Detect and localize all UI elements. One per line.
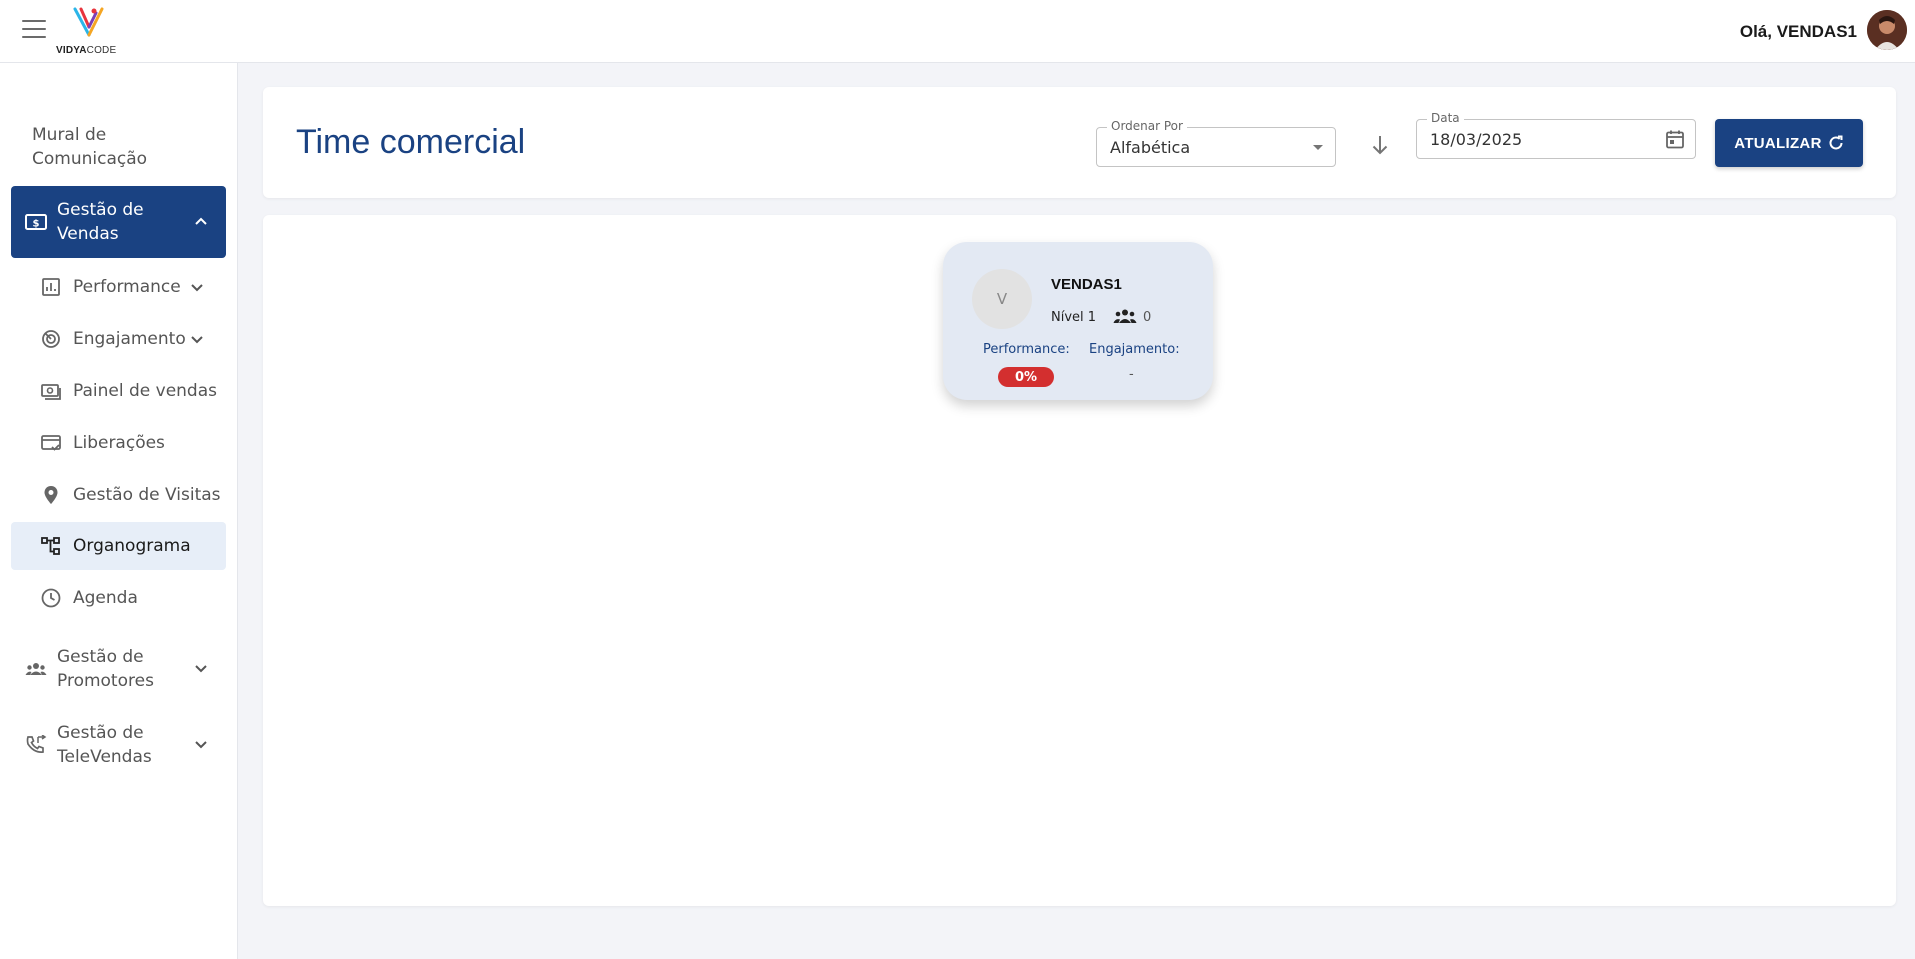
sidebar-item-label: Engajamento (73, 329, 186, 349)
sidebar-group-label: Gestão de Promotores (57, 647, 154, 691)
sort-select[interactable]: Ordenar Por Alfabética (1096, 119, 1336, 167)
group-icon (25, 663, 47, 675)
date-input-value: 18/03/2025 (1430, 130, 1523, 149)
user-greeting: Olá, VENDAS1 (1739, 22, 1857, 41)
sidebar-item-label: Agenda (73, 588, 138, 608)
sidebar-group-gestao-promotores[interactable]: Gestão de Promotores (11, 633, 226, 705)
menu-icon[interactable] (22, 20, 46, 40)
caret-down-icon (1313, 145, 1323, 150)
org-node-avatar: V (972, 269, 1032, 329)
sort-select-label: Ordenar Por (1107, 119, 1187, 133)
arrow-down-icon[interactable] (1365, 130, 1395, 160)
sidebar-item-mural[interactable]: Mural de Comunicação (32, 123, 222, 171)
sidebar-item-label: Gestão de Visitas (73, 485, 221, 505)
org-node-name: VENDAS1 (1051, 276, 1122, 293)
sidebar-group-label: Gestão de Vendas (57, 200, 144, 244)
clock-icon (41, 588, 61, 608)
org-node-performance-badge: 0% (998, 367, 1054, 387)
org-node-card[interactable]: V VENDAS1 Nível 1 0 Performance: Engajam… (943, 242, 1213, 400)
org-chart-icon (41, 537, 60, 555)
sidebar-item-liberacoes[interactable]: Liberações (11, 419, 226, 467)
date-input[interactable]: Data 18/03/2025 (1416, 111, 1696, 159)
sidebar-item-painel-vendas[interactable]: Painel de vendas (11, 367, 226, 415)
chevron-down-icon (195, 665, 207, 673)
team-icon (1113, 309, 1137, 323)
refresh-button-label: ATUALIZAR (1734, 134, 1822, 152)
sidebar-item-gestao-visitas[interactable]: Gestão de Visitas (11, 471, 226, 519)
sidebar-group-gestao-televendas[interactable]: Gestão de TeleVendas (11, 709, 226, 781)
refresh-button[interactable]: ATUALIZAR (1715, 119, 1863, 167)
vidyacode-logo[interactable]: VIDYACODE (56, 5, 126, 57)
org-node-performance-label: Performance: (983, 342, 1070, 357)
sidebar-group-gestao-vendas[interactable]: $ Gestão de Vendas (11, 186, 226, 258)
org-chart-panel: V VENDAS1 Nível 1 0 Performance: Engajam… (263, 215, 1896, 906)
header-card: Time comercial Ordenar Por Alfabética Da… (263, 87, 1896, 198)
location-pin-icon (44, 486, 58, 504)
chevron-down-icon (195, 741, 207, 749)
date-input-label: Data (1427, 111, 1464, 125)
org-node-engagement-value: - (1129, 367, 1134, 382)
chevron-down-icon (191, 336, 203, 344)
sidebar-item-label: Organograma (73, 536, 191, 556)
org-node-team-count: 0 (1143, 310, 1152, 325)
chevron-up-icon (195, 217, 207, 225)
refresh-icon (1829, 135, 1843, 150)
card-check-icon (41, 435, 61, 451)
sidebar-item-engajamento[interactable]: Engajamento (11, 315, 226, 363)
money-icon: $ (25, 214, 47, 230)
sidebar-item-organograma[interactable]: Organograma (11, 522, 226, 570)
radar-icon (42, 330, 60, 348)
svg-text:$: $ (33, 219, 40, 230)
sidebar-item-agenda[interactable]: Agenda (11, 574, 226, 622)
org-node-level: Nível 1 (1051, 310, 1097, 325)
sidebar-item-label: Performance (73, 277, 181, 297)
logo-text: VIDYACODE (56, 45, 117, 56)
sidebar-item-label: Liberações (73, 433, 165, 453)
phone-forward-icon (26, 735, 47, 753)
user-avatar[interactable] (1867, 10, 1907, 50)
page-title: Time comercial (296, 123, 526, 161)
chevron-down-icon (191, 284, 203, 292)
sidebar-item-performance[interactable]: Performance (11, 263, 226, 311)
cash-icon (41, 384, 61, 400)
org-node-engagement-label: Engajamento: (1089, 342, 1180, 357)
sort-select-value: Alfabética (1110, 138, 1191, 157)
sidebar-item-label: Painel de vendas (73, 381, 218, 401)
bar-chart-icon (42, 278, 60, 296)
calendar-icon[interactable] (1665, 129, 1685, 149)
sidebar: Mural de Comunicação $ Gestão de Vendas … (0, 63, 238, 959)
sidebar-group-label: Gestão de TeleVendas (57, 723, 152, 767)
top-bar: VIDYACODE Olá, VENDAS1 (0, 0, 1915, 63)
